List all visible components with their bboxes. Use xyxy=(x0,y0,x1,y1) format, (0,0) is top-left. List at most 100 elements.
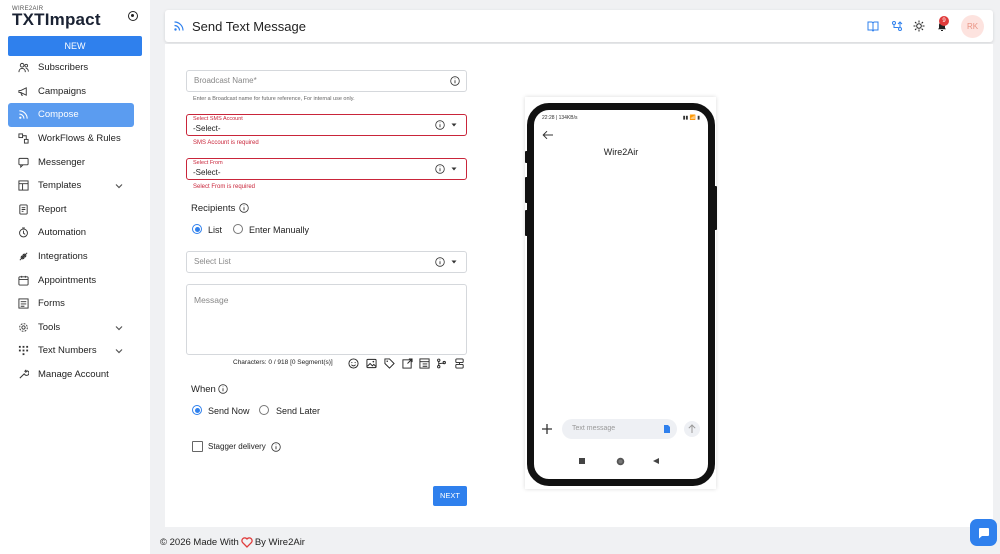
select-list-placeholder: Select List xyxy=(194,257,231,266)
sidebar-item-label: WorkFlows & Rules xyxy=(38,133,121,145)
sidebar-item-label: Subscribers xyxy=(38,62,89,74)
workflow-icon xyxy=(17,133,29,145)
sms-account-select[interactable]: Select SMS Account -Select- xyxy=(186,114,467,136)
phone-send-button xyxy=(684,421,700,437)
sun-icon[interactable] xyxy=(913,20,925,32)
sidebar-toggle-icon[interactable] xyxy=(128,11,138,21)
chevron-down-icon[interactable] xyxy=(114,181,124,191)
sidebar-item-campaigns[interactable]: Campaigns xyxy=(8,80,142,104)
sidebar-item-tools[interactable]: Tools xyxy=(8,316,142,340)
sidebar-item-manage-account[interactable]: Manage Account xyxy=(8,363,142,387)
footer-suffix: By Wire2Air xyxy=(254,537,305,548)
recipients-manual-radio[interactable] xyxy=(233,224,243,234)
template-icon xyxy=(17,180,29,192)
report-icon xyxy=(17,203,29,215)
sidebar-item-label: Integrations xyxy=(38,251,88,263)
info-icon[interactable] xyxy=(271,442,281,452)
timer-icon xyxy=(17,227,29,239)
next-button[interactable]: NEXT xyxy=(433,486,467,506)
info-icon[interactable] xyxy=(435,120,445,130)
logo[interactable]: WIRE2AIR TXTImpact xyxy=(12,6,101,28)
sidebar-item-templates[interactable]: Templates xyxy=(8,174,142,198)
form-icon[interactable] xyxy=(419,358,430,369)
external-link-icon[interactable] xyxy=(402,358,413,369)
recipients-list-radio[interactable] xyxy=(192,224,202,234)
image-icon[interactable] xyxy=(366,358,377,369)
sidebar-item-report[interactable]: Report xyxy=(8,198,142,222)
sidebar-item-integrations[interactable]: Integrations xyxy=(8,245,142,269)
sidebar-item-messenger[interactable]: Messenger xyxy=(8,150,142,174)
stagger-delivery-label: Stagger delivery xyxy=(208,442,266,451)
message-placeholder: Message xyxy=(194,295,229,305)
sidebar-item-appointments[interactable]: Appointments xyxy=(8,268,142,292)
info-icon[interactable] xyxy=(218,384,228,394)
sidebar-item-label: Appointments xyxy=(38,274,97,286)
chat-icon xyxy=(17,156,29,168)
when-label: When xyxy=(191,384,216,395)
caret-down-icon[interactable] xyxy=(451,259,457,265)
database-icon[interactable] xyxy=(454,358,465,369)
avatar[interactable]: RK xyxy=(961,15,984,38)
sidebar-item-label: Report xyxy=(38,203,67,215)
broadcast-name-field[interactable]: Broadcast Name* xyxy=(186,70,467,92)
select-from-label: Select From xyxy=(193,160,223,166)
sidebar: WIRE2AIR TXTImpact NEW Subscribers Campa… xyxy=(0,0,150,554)
send-now-radio[interactable] xyxy=(192,405,202,415)
caret-down-icon[interactable] xyxy=(451,166,457,172)
emoji-icon[interactable] xyxy=(348,358,359,369)
chevron-down-icon[interactable] xyxy=(114,323,124,333)
send-later-label: Send Later xyxy=(276,406,321,416)
workflow-icon[interactable] xyxy=(891,20,903,32)
tag-icon[interactable] xyxy=(384,358,395,369)
plus-icon xyxy=(542,424,552,434)
sms-account-value: -Select- xyxy=(193,124,221,133)
notification-badge: 9 xyxy=(939,16,949,26)
calendar-icon xyxy=(17,274,29,286)
sidebar-item-label: Messenger xyxy=(38,156,85,168)
select-from-select[interactable]: Select From -Select- xyxy=(186,158,467,180)
book-icon[interactable] xyxy=(867,20,879,32)
sidebar-item-label: Forms xyxy=(38,298,65,310)
grid-icon xyxy=(17,345,29,357)
info-icon[interactable] xyxy=(435,257,445,267)
sidebar-item-subscribers[interactable]: Subscribers xyxy=(8,56,142,80)
sms-account-error: SMS Account is required xyxy=(193,140,259,146)
logo-text: TXTImpact xyxy=(12,10,101,29)
sidebar-item-label: Text Numbers xyxy=(38,345,97,357)
caret-down-icon[interactable] xyxy=(451,122,457,128)
compose-panel: Broadcast Name* Enter a Broadcast name f… xyxy=(165,44,993,527)
wrench-icon xyxy=(17,369,29,381)
forms-icon xyxy=(17,298,29,310)
home-icon xyxy=(616,457,625,466)
sidebar-item-text-numbers[interactable]: Text Numbers xyxy=(8,339,142,363)
select-list-select[interactable]: Select List xyxy=(186,251,467,273)
chevron-down-icon[interactable] xyxy=(114,346,124,356)
sidebar-nav: Subscribers Campaigns Compose WorkFlows … xyxy=(8,56,142,386)
heart-icon xyxy=(241,537,253,548)
page-title: Send Text Message xyxy=(192,19,306,34)
info-icon[interactable] xyxy=(239,203,249,213)
gear-icon xyxy=(17,321,29,333)
broadcast-name-placeholder: Broadcast Name* xyxy=(194,76,257,85)
chat-bubble-icon xyxy=(979,528,989,539)
arrow-up-icon xyxy=(688,424,696,433)
sms-account-label: Select SMS Account xyxy=(193,116,243,122)
sidebar-item-label: Templates xyxy=(38,180,82,192)
chat-support-button[interactable] xyxy=(970,519,997,546)
stagger-delivery-checkbox[interactable] xyxy=(192,441,203,452)
send-later-radio[interactable] xyxy=(259,405,269,415)
branch-icon[interactable] xyxy=(436,358,447,369)
info-icon[interactable] xyxy=(435,164,445,174)
sidebar-item-label: Automation xyxy=(38,227,87,239)
new-button[interactable]: NEW xyxy=(8,36,142,56)
sidebar-item-forms[interactable]: Forms xyxy=(8,292,142,316)
sidebar-item-compose[interactable]: Compose xyxy=(8,103,134,127)
back-icon xyxy=(653,458,659,464)
message-textarea[interactable]: Message xyxy=(186,284,467,355)
sidebar-item-workflows[interactable]: WorkFlows & Rules xyxy=(8,127,142,151)
recipients-list-label: List xyxy=(208,225,223,235)
users-icon xyxy=(17,62,29,74)
sidebar-item-automation[interactable]: Automation xyxy=(8,221,142,245)
info-icon[interactable] xyxy=(450,76,460,86)
phone-compose-bar: Text message xyxy=(562,419,677,439)
